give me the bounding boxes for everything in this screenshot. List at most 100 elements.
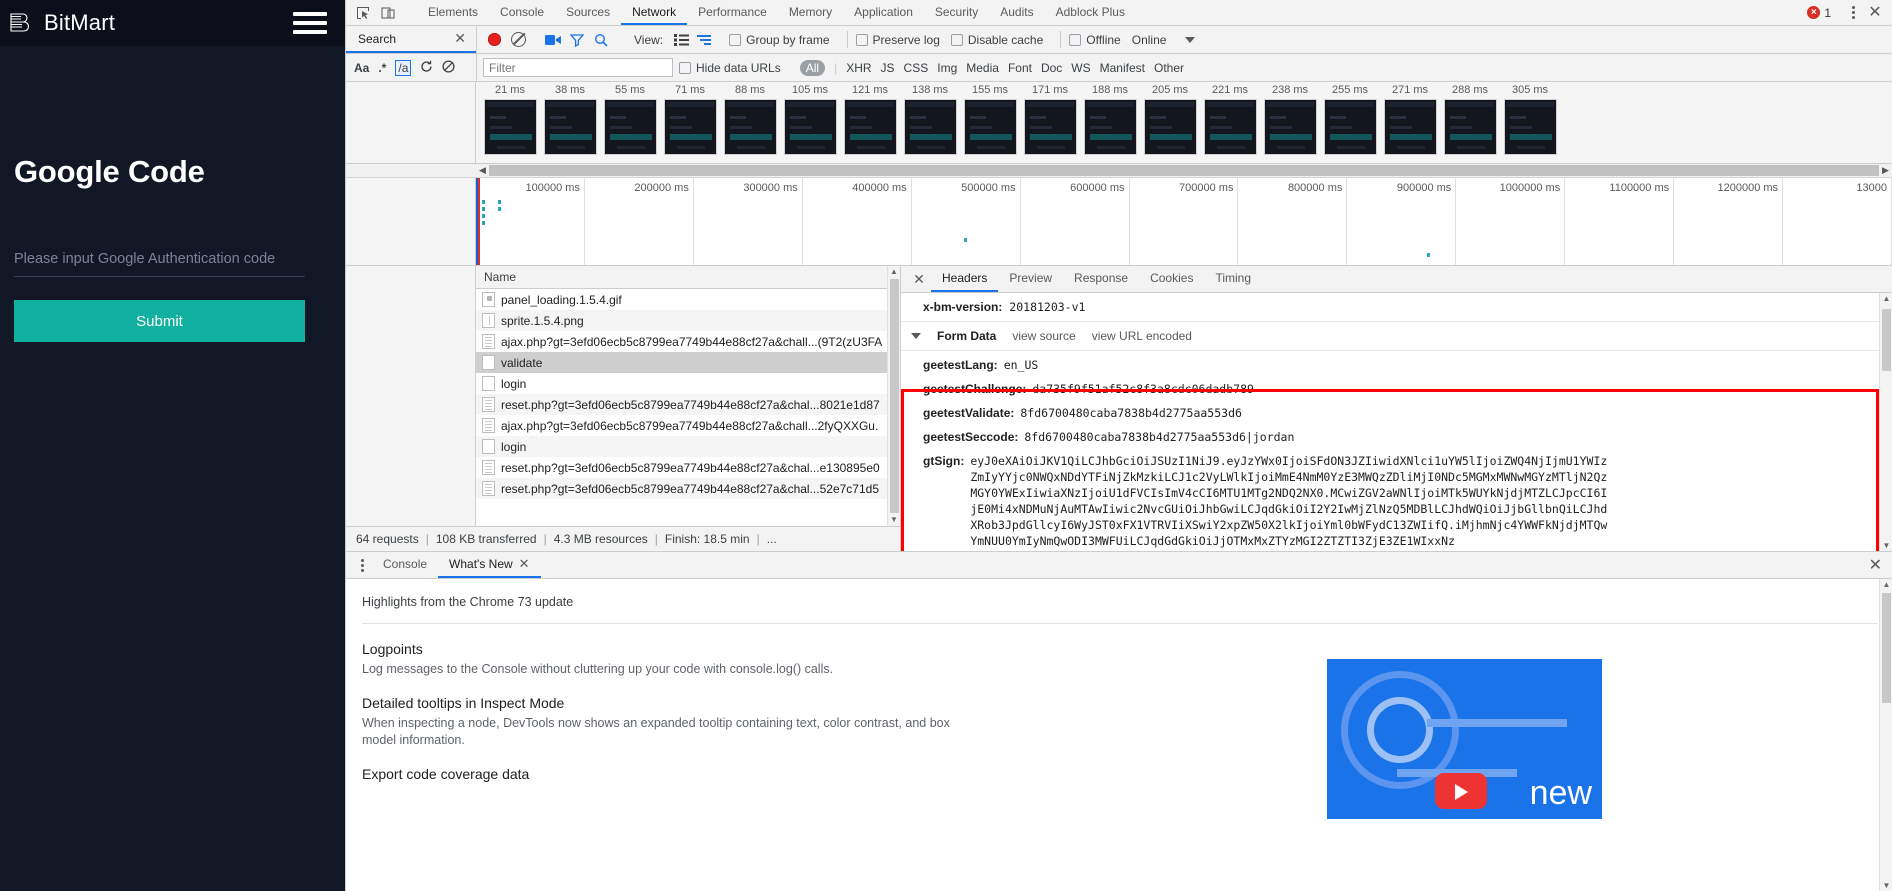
group-by-frame-checkbox[interactable]: Group by frame: [729, 33, 829, 47]
tab-cookies[interactable]: Cookies: [1139, 266, 1204, 292]
overview-scroll-thumb[interactable]: [489, 165, 1879, 176]
request-row[interactable]: ajax.php?gt=3efd06ecb5c8799ea7749b44e88c…: [476, 415, 887, 436]
clear-network-icon[interactable]: [507, 30, 529, 50]
error-count-badge[interactable]: × 1: [1807, 6, 1831, 20]
filter-all[interactable]: All: [800, 60, 825, 76]
google-auth-code-input[interactable]: [14, 247, 305, 277]
filter-funnel-icon[interactable]: [566, 30, 588, 50]
filmstrip-frame-thumbnail[interactable]: [1444, 99, 1497, 155]
scroll-down-arrow[interactable]: ▼: [1880, 541, 1892, 550]
filmstrip-frame-thumbnail[interactable]: [1144, 99, 1197, 155]
filter-font[interactable]: Font: [1008, 61, 1032, 75]
filmstrip-frame[interactable]: 271 ms: [1380, 82, 1440, 155]
request-row[interactable]: sprite.1.5.4.png: [476, 310, 887, 331]
request-row[interactable]: reset.php?gt=3efd06ecb5c8799ea7749b44e88…: [476, 457, 887, 478]
whole-word-toggle[interactable]: .*: [378, 61, 386, 75]
filmstrip-frame-thumbnail[interactable]: [1264, 99, 1317, 155]
drawer-tab-whats-new[interactable]: What's New ✕: [438, 552, 541, 578]
whats-new-scrollbar[interactable]: ▲ ▼: [1879, 579, 1892, 891]
search-magnifier-icon[interactable]: [590, 30, 612, 50]
filmstrip-frame-thumbnail[interactable]: [604, 99, 657, 155]
match-case-toggle[interactable]: Aa: [354, 61, 369, 75]
filmstrip-frame[interactable]: 21 ms: [480, 82, 540, 155]
filter-media[interactable]: Media: [966, 61, 999, 75]
scroll-up-arrow[interactable]: ▲: [890, 266, 898, 278]
hamburger-menu-icon[interactable]: [293, 12, 327, 34]
triangle-expanded-icon[interactable]: [911, 333, 921, 339]
clear-search-icon[interactable]: [442, 60, 455, 76]
filmstrip-frame[interactable]: 88 ms: [720, 82, 780, 155]
request-row[interactable]: login: [476, 436, 887, 457]
filmstrip-frame-thumbnail[interactable]: [1384, 99, 1437, 155]
filter-css[interactable]: CSS: [904, 61, 929, 75]
close-detail-icon[interactable]: ✕: [907, 271, 931, 288]
tab-response[interactable]: Response: [1063, 266, 1139, 292]
tab-preview[interactable]: Preview: [998, 266, 1063, 292]
filter-input[interactable]: [483, 58, 673, 77]
filmstrip-frame-thumbnail[interactable]: [964, 99, 1017, 155]
whats-new-scroll-thumb[interactable]: [1882, 593, 1891, 703]
list-view-icon[interactable]: [670, 30, 692, 50]
filmstrip-frame[interactable]: 221 ms: [1200, 82, 1260, 155]
kebab-menu-icon[interactable]: [1844, 6, 1862, 19]
tab-timing[interactable]: Timing: [1204, 266, 1262, 292]
filter-xhr[interactable]: XHR: [846, 61, 871, 75]
filmstrip-frame-thumbnail[interactable]: [1024, 99, 1077, 155]
filmstrip-frame[interactable]: 71 ms: [660, 82, 720, 155]
overview-scrollbar[interactable]: ◀ ▶: [346, 164, 1892, 178]
filmstrip-frame-thumbnail[interactable]: [904, 99, 957, 155]
chevron-down-icon[interactable]: [1185, 37, 1195, 43]
tab-elements[interactable]: Elements: [417, 0, 489, 25]
filter-other[interactable]: Other: [1154, 61, 1184, 75]
record-button[interactable]: [483, 30, 505, 50]
inspect-element-icon[interactable]: [352, 3, 374, 23]
filmstrip-track[interactable]: 21 ms38 ms55 ms71 ms88 ms105 ms121 ms138…: [476, 82, 1892, 163]
request-row[interactable]: panel_loading.1.5.4.gif: [476, 289, 887, 310]
filmstrip-frame-thumbnail[interactable]: [784, 99, 837, 155]
filmstrip-frame-thumbnail[interactable]: [544, 99, 597, 155]
device-toolbar-icon[interactable]: [377, 3, 399, 23]
refresh-icon[interactable]: [420, 60, 433, 76]
close-tab-icon[interactable]: ✕: [519, 556, 530, 572]
filter-doc[interactable]: Doc: [1041, 61, 1062, 75]
filmstrip-frame[interactable]: 105 ms: [780, 82, 840, 155]
filmstrip-frame[interactable]: 205 ms: [1140, 82, 1200, 155]
filmstrip-frame[interactable]: 138 ms: [900, 82, 960, 155]
filmstrip-frame-thumbnail[interactable]: [484, 99, 537, 155]
tab-headers[interactable]: Headers: [931, 266, 998, 292]
close-devtools-icon[interactable]: ✕: [1864, 5, 1886, 21]
requests-scrollbar[interactable]: ▲ ▼: [887, 266, 900, 526]
filmstrip-frame[interactable]: 305 ms: [1500, 82, 1560, 155]
filter-ws[interactable]: WS: [1071, 61, 1090, 75]
tab-security[interactable]: Security: [924, 0, 989, 25]
filmstrip-frame[interactable]: 188 ms: [1080, 82, 1140, 155]
tab-console[interactable]: Console: [489, 0, 555, 25]
hide-data-urls-checkbox[interactable]: Hide data URLs: [679, 61, 781, 75]
requests-scroll-thumb[interactable]: [890, 279, 899, 513]
filmstrip-frame[interactable]: 38 ms: [540, 82, 600, 155]
scroll-up-arrow[interactable]: ▲: [1880, 580, 1892, 589]
scroll-down-arrow[interactable]: ▼: [1880, 881, 1892, 890]
tab-sources[interactable]: Sources: [555, 0, 621, 25]
preserve-log-checkbox[interactable]: Preserve log: [856, 33, 940, 47]
scroll-down-arrow[interactable]: ▼: [890, 514, 898, 526]
filmstrip-frame[interactable]: 155 ms: [960, 82, 1020, 155]
whats-new-video-thumbnail[interactable]: new: [1327, 659, 1602, 819]
waterfall-view-icon[interactable]: [694, 30, 716, 50]
detail-scrollbar[interactable]: ▲ ▼: [1879, 293, 1892, 551]
kebab-menu-icon[interactable]: [352, 559, 372, 572]
filmstrip-frame-thumbnail[interactable]: [1204, 99, 1257, 155]
filmstrip-frame[interactable]: 55 ms: [600, 82, 660, 155]
filmstrip-frame[interactable]: 121 ms: [840, 82, 900, 155]
play-button-icon[interactable]: [1435, 773, 1487, 809]
filmstrip-frame-thumbnail[interactable]: [664, 99, 717, 155]
filmstrip-frame[interactable]: 288 ms: [1440, 82, 1500, 155]
close-search-icon[interactable]: ✕: [454, 30, 466, 47]
tab-application[interactable]: Application: [843, 0, 924, 25]
filter-manifest[interactable]: Manifest: [1100, 61, 1145, 75]
filmstrip-frame-thumbnail[interactable]: [844, 99, 897, 155]
requests-column-header[interactable]: Name: [476, 266, 887, 289]
request-row[interactable]: reset.php?gt=3efd06ecb5c8799ea7749b44e88…: [476, 394, 887, 415]
disable-cache-checkbox[interactable]: Disable cache: [951, 33, 1043, 47]
view-url-encoded-link[interactable]: view URL encoded: [1092, 329, 1192, 343]
